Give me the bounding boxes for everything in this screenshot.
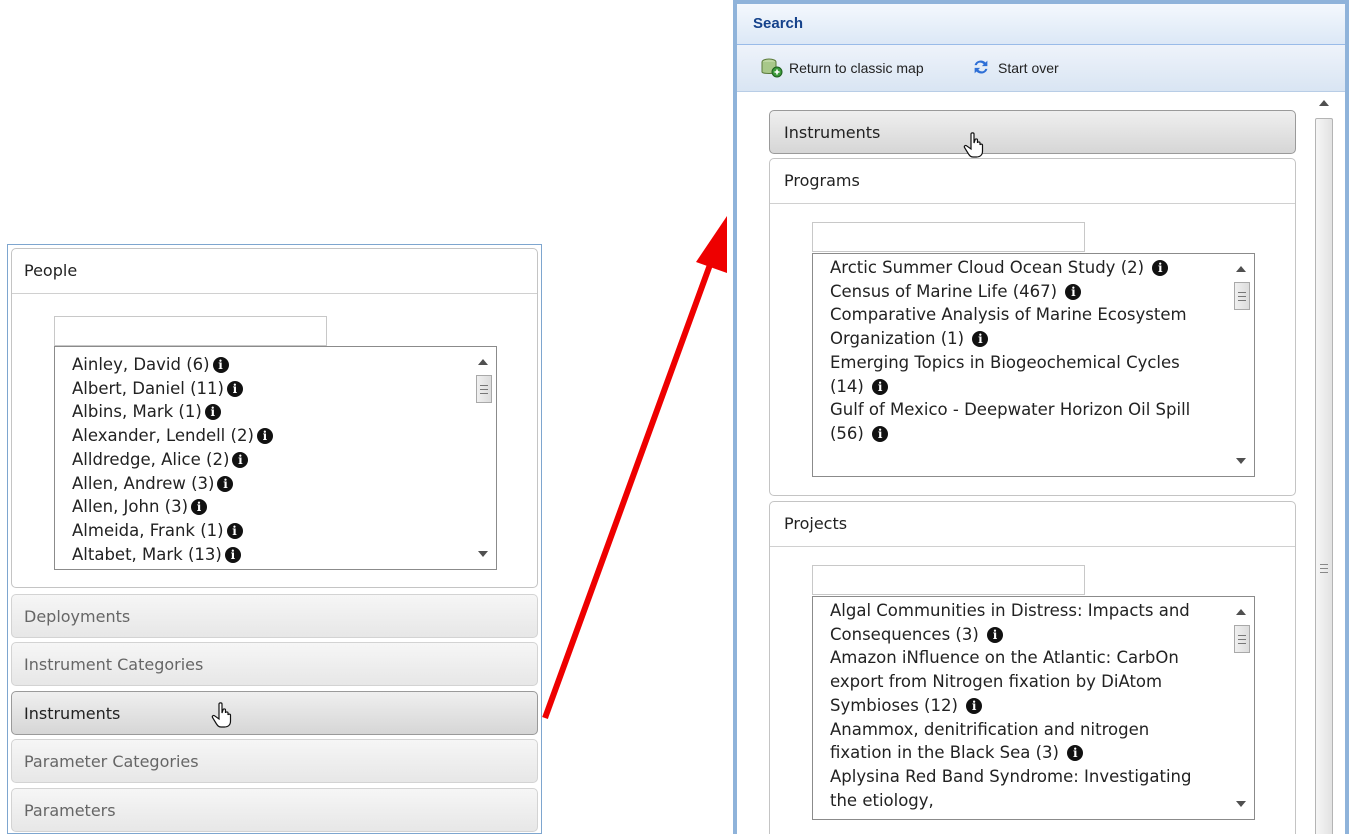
info-icon[interactable]: i: [966, 697, 983, 714]
instruments-section[interactable]: Instruments: [769, 110, 1296, 154]
list-item[interactable]: Almeida, Frank (1) i: [55, 519, 468, 543]
scroll-up-arrow-icon[interactable]: [478, 359, 488, 365]
people-scrollbar[interactable]: [468, 347, 496, 569]
info-icon[interactable]: i: [217, 475, 234, 492]
projects-header[interactable]: Projects: [770, 502, 1295, 547]
info-icon[interactable]: i: [1152, 260, 1169, 276]
projects-scrollbar[interactable]: [1226, 597, 1254, 819]
list-item[interactable]: Allen, John (3) i: [55, 495, 468, 519]
list-item[interactable]: Altabet, Mark (13) i: [55, 543, 468, 567]
return-to-classic-map-label: Return to classic map: [789, 60, 924, 76]
refresh-icon: [974, 60, 988, 74]
info-icon[interactable]: i: [232, 451, 249, 468]
list-item[interactable]: Albert, Daniel (11) i: [55, 377, 468, 401]
info-icon[interactable]: i: [226, 380, 243, 397]
scroll-thumb[interactable]: [1315, 118, 1333, 834]
parameter-categories-section[interactable]: Parameter Categories: [11, 739, 538, 783]
instrument-categories-section[interactable]: Instrument Categories: [11, 642, 538, 686]
scroll-down-arrow-icon[interactable]: [1236, 458, 1246, 464]
start-over-button[interactable]: Start over: [970, 45, 1080, 91]
info-icon[interactable]: i: [226, 522, 243, 539]
list-item[interactable]: Arctic Summer Cloud Ocean Study (2) i: [813, 254, 1198, 280]
info-icon[interactable]: i: [972, 331, 989, 348]
scroll-up-arrow-icon[interactable]: [1319, 100, 1329, 106]
info-icon[interactable]: i: [872, 378, 889, 395]
projects-section: Projects Algal Communities in Distress: …: [769, 501, 1296, 834]
projects-list: Algal Communities in Distress: Impacts a…: [813, 597, 1198, 819]
programs-filter-input[interactable]: [812, 222, 1085, 252]
list-item[interactable]: Census of Marine Life (467) i: [813, 280, 1198, 304]
info-icon[interactable]: i: [224, 546, 241, 563]
people-section: People Ainley, David (6) i Albert, Daniel…: [11, 248, 538, 588]
projects-filter-input[interactable]: [812, 565, 1085, 595]
programs-section: Programs Arctic Summer Cloud Ocean Study…: [769, 158, 1296, 496]
start-over-label: Start over: [998, 60, 1059, 76]
people-filter-input[interactable]: [54, 316, 327, 346]
scroll-thumb[interactable]: [1234, 625, 1250, 653]
hand-cursor-icon: [963, 132, 984, 158]
info-icon[interactable]: i: [872, 425, 889, 442]
list-item[interactable]: Algal Communities in Distress: Impacts a…: [813, 597, 1198, 646]
info-icon[interactable]: i: [1067, 745, 1084, 762]
info-icon[interactable]: i: [987, 626, 1004, 643]
hand-cursor-icon: [211, 702, 232, 728]
deployments-section[interactable]: Deployments: [11, 594, 538, 638]
info-icon[interactable]: i: [1065, 283, 1082, 300]
scroll-down-arrow-icon[interactable]: [1236, 801, 1246, 807]
info-icon[interactable]: i: [191, 499, 208, 516]
search-window: Search Return to classic map Start over …: [733, 0, 1349, 834]
list-item[interactable]: Aplysina Red Band Syndrome: Investigatin…: [813, 765, 1198, 812]
left-search-panel: People Ainley, David (6) i Albert, Daniel…: [7, 244, 542, 834]
main-scrollbar[interactable]: [1313, 92, 1335, 834]
programs-scrollbar[interactable]: [1226, 254, 1254, 476]
projects-listbox[interactable]: Algal Communities in Distress: Impacts a…: [812, 596, 1255, 820]
programs-listbox[interactable]: Arctic Summer Cloud Ocean Study (2) i Ce…: [812, 253, 1255, 477]
list-item[interactable]: Albins, Mark (1) i: [55, 400, 468, 424]
instruments-section[interactable]: Instruments: [11, 691, 538, 735]
parameters-section[interactable]: Parameters: [11, 788, 538, 832]
scroll-down-arrow-icon[interactable]: [478, 551, 488, 557]
scroll-thumb[interactable]: [476, 375, 492, 403]
map-database-icon: [761, 58, 783, 78]
info-icon[interactable]: i: [212, 357, 229, 373]
info-icon[interactable]: i: [204, 404, 221, 421]
list-item[interactable]: Emerging Topics in Biogeochemical Cycles…: [813, 351, 1198, 398]
programs-header[interactable]: Programs: [770, 159, 1295, 204]
window-title: Search: [737, 4, 1345, 45]
list-item[interactable]: Alldredge, Alice (2) i: [55, 448, 468, 472]
list-item[interactable]: Comparative Analysis of Marine Ecosystem…: [813, 303, 1198, 350]
list-item[interactable]: Amazon iNfluence on the Atlantic: CarbOn…: [813, 646, 1198, 717]
info-icon[interactable]: i: [256, 428, 273, 445]
list-item[interactable]: Alexander, Lendell (2) i: [55, 424, 468, 448]
list-item[interactable]: Anammox, denitrification and nitrogen fi…: [813, 718, 1198, 765]
scroll-up-arrow-icon[interactable]: [1236, 266, 1246, 272]
search-content: Instruments Programs Arctic Summer Cloud…: [737, 92, 1345, 834]
return-to-classic-map-button[interactable]: Return to classic map: [761, 45, 941, 91]
scroll-thumb[interactable]: [1234, 282, 1250, 310]
list-item[interactable]: Gulf of Mexico - Deepwater Horizon Oil S…: [813, 398, 1198, 445]
list-item[interactable]: Ainley, David (6) i: [55, 353, 468, 377]
people-header[interactable]: People: [12, 249, 537, 294]
scroll-up-arrow-icon[interactable]: [1236, 609, 1246, 615]
people-list: Ainley, David (6) i Albert, Daniel (11) i …: [55, 347, 468, 569]
programs-list: Arctic Summer Cloud Ocean Study (2) i Ce…: [813, 254, 1198, 476]
list-item[interactable]: Allen, Andrew (3) i: [55, 472, 468, 496]
people-listbox[interactable]: Ainley, David (6) i Albert, Daniel (11) i …: [54, 346, 497, 570]
toolbar: Return to classic map Start over: [737, 45, 1345, 92]
